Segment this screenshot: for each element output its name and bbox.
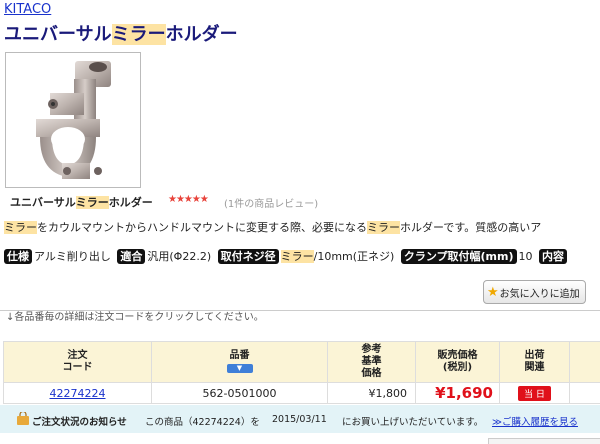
bag-icon <box>16 412 30 426</box>
header-ref-line2: 基準 <box>362 356 382 367</box>
product-image[interactable] <box>5 52 141 188</box>
header-code-line1: 注文 <box>68 350 88 361</box>
title-pre: ユニバーサル <box>4 24 112 45</box>
thread-tag: 取付ネジ径 <box>218 249 279 264</box>
header-sale-line1: 販売価格 <box>438 350 478 361</box>
order-code-link[interactable]: 42274224 <box>50 387 106 400</box>
status-message-1: この商品（42274224）を <box>145 414 260 428</box>
thread-highlight: ミラー <box>281 250 314 263</box>
header-part-number: 品番 ▼ <box>152 342 328 383</box>
product-table: 注文コード 品番 ▼ 参考基準価格 販売価格(税別) 出荷関連 42274224 … <box>3 341 600 404</box>
spec-value: アルミ削り出し <box>34 250 111 263</box>
spec-row: 仕様アルミ削り出し 適合汎用(Φ22.2) 取付ネジ径ミラー/10mm(正ネジ)… <box>4 248 569 264</box>
extra-cell <box>570 383 600 404</box>
fit-tag: 適合 <box>117 249 145 264</box>
header-reference-price: 参考基準価格 <box>328 342 416 383</box>
header-order-code: 注文コード <box>4 342 152 383</box>
contents-tag: 内容 <box>539 249 567 264</box>
sort-button[interactable]: ▼ <box>227 364 253 373</box>
reference-price-cell: ¥1,800 <box>328 383 416 404</box>
brand-link[interactable]: KITACO <box>4 2 51 17</box>
mirror-holder-photo <box>6 53 140 187</box>
order-status-banner: ご注文状況のお知らせ この商品（42274224）を 2015/03/11 にお… <box>0 405 600 433</box>
table-row: 42274224 562-0501000 ¥1,800 ¥1,690 当 日 <box>4 383 600 404</box>
header-shipping: 出荷関連 <box>500 342 570 383</box>
shipping-cell: 当 日 <box>500 383 570 404</box>
header-part-label: 品番 <box>230 350 250 361</box>
part-number-cell: 562-0501000 <box>152 383 328 404</box>
fit-value: 汎用(Φ22.2) <box>147 250 211 263</box>
status-date: 2015/03/11 <box>272 414 327 425</box>
header-ref-line3: 価格 <box>362 368 382 379</box>
thread-value: /10mm(正ネジ) <box>314 250 395 263</box>
product-caption: ユニバーサルミラーホルダー <box>10 194 153 210</box>
spec-tag: 仕様 <box>4 249 32 264</box>
status-message-2: にお買い上げいただいています。 <box>342 414 483 428</box>
add-favorite-label: お気に入りに追加 <box>500 285 580 300</box>
star-icon: ★ <box>487 285 499 300</box>
caption-post: ホルダー <box>109 196 153 209</box>
desc-highlight-2: ミラー <box>367 221 400 234</box>
review-link[interactable]: (1件の商品レビュー) <box>224 195 318 210</box>
desc-post: ホルダーです。質感の高いア <box>400 221 541 234</box>
header-sale-line2: (税別) <box>443 362 472 373</box>
header-sale-price: 販売価格(税別) <box>416 342 500 383</box>
rating-stars: ★★★★★ <box>168 194 208 205</box>
clamp-tag: クランプ取付幅(mm) <box>401 249 517 264</box>
same-day-badge: 当 日 <box>518 386 551 401</box>
table-header-row: 注文コード 品番 ▼ 参考基準価格 販売価格(税別) 出荷関連 <box>4 342 600 383</box>
caption-highlight: ミラー <box>76 196 109 209</box>
page-title: ユニバーサルミラーホルダー <box>4 20 238 46</box>
sale-price-cell: ¥1,690 <box>416 383 500 404</box>
desc-mid: をカウルマウントからハンドルマウントに変更する際、必要になる <box>37 221 367 234</box>
title-highlight: ミラー <box>112 24 166 45</box>
add-favorite-button[interactable]: ★お気に入りに追加 <box>483 280 586 304</box>
header-extra <box>570 342 600 383</box>
order-code-cell: 42274224 <box>4 383 152 404</box>
clamp-value: 10 <box>519 250 533 263</box>
header-ship-line1: 出荷 <box>525 350 545 361</box>
header-ref-line1: 参考 <box>362 344 382 355</box>
purchase-history-link[interactable]: ≫ご購入履歴を見る <box>492 414 578 428</box>
title-post: ホルダー <box>166 24 238 45</box>
header-ship-line2: 関連 <box>525 362 545 373</box>
order-code-note: ↓各品番毎の詳細は注文コードをクリックしてください。 <box>6 311 276 324</box>
caption-pre: ユニバーサル <box>10 196 76 209</box>
desc-highlight-1: ミラー <box>4 221 37 234</box>
bottom-edge-tab <box>488 438 600 444</box>
product-description: ミラーをカウルマウントからハンドルマウントに変更する際、必要になるミラーホルダー… <box>4 219 541 235</box>
status-label: ご注文状況のお知らせ <box>32 414 127 428</box>
header-code-line2: コード <box>63 362 93 373</box>
